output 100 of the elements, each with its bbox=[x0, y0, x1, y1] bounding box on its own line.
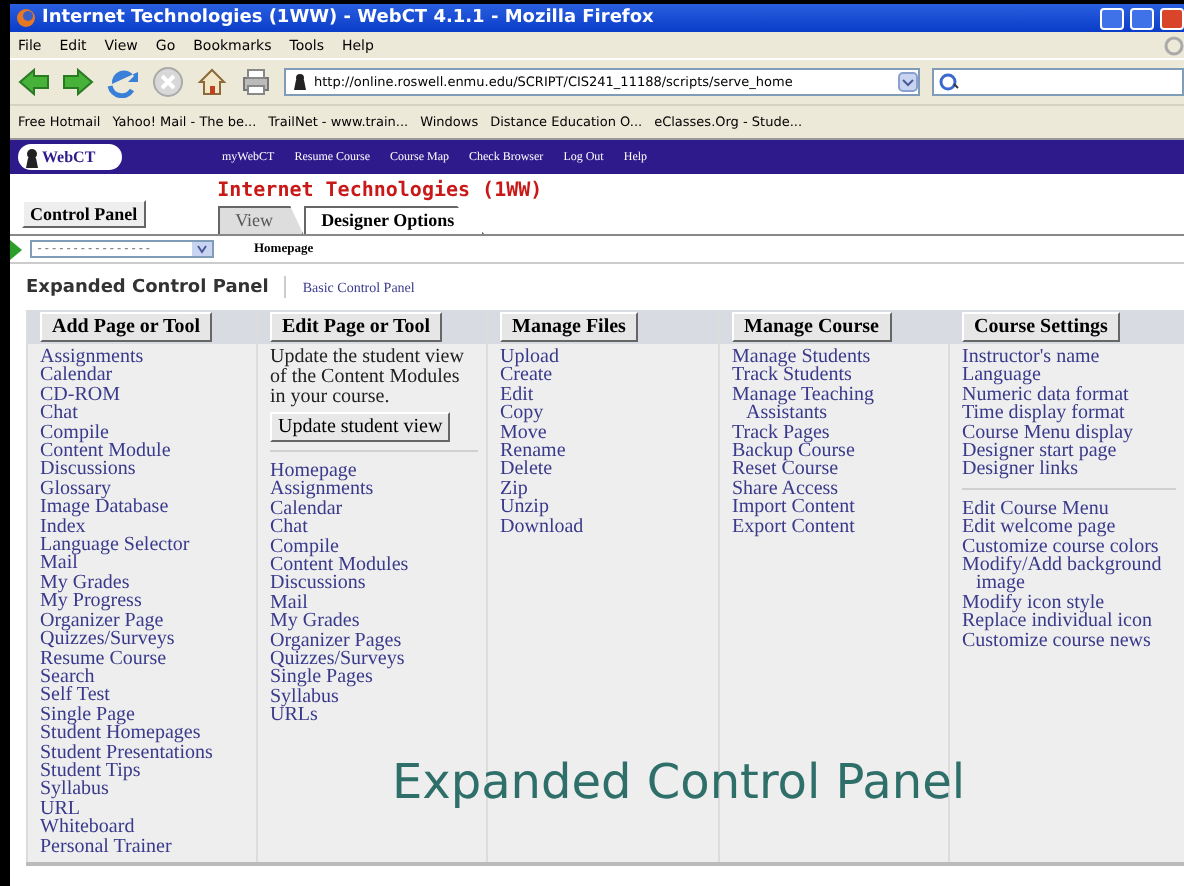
tool-link[interactable]: Move bbox=[500, 423, 710, 443]
tool-link[interactable]: Download bbox=[500, 517, 710, 537]
column-header-button[interactable]: Add Page or Tool bbox=[40, 312, 212, 342]
tool-link[interactable]: Single Pages bbox=[270, 668, 478, 688]
tool-link[interactable]: Syllabus bbox=[40, 780, 248, 800]
tool-link[interactable]: Organizer Page bbox=[40, 611, 248, 631]
print-icon[interactable] bbox=[240, 66, 272, 98]
tool-link[interactable]: Unzip bbox=[500, 498, 710, 518]
tool-link[interactable]: Organizer Pages bbox=[270, 631, 478, 651]
tool-link[interactable]: Modify icon style bbox=[962, 593, 1176, 613]
slide-caption: Expanded Control Panel bbox=[392, 754, 966, 810]
tool-link[interactable]: Backup Course bbox=[732, 442, 940, 461]
tool-link[interactable]: Content Modules bbox=[270, 556, 478, 575]
search-icon bbox=[938, 72, 960, 92]
tab[interactable]: View bbox=[217, 206, 304, 234]
tool-link[interactable]: Student Homepages bbox=[40, 724, 248, 744]
tool-link[interactable]: Course Menu display bbox=[962, 423, 1176, 443]
tool-link[interactable]: Quizzes/Surveys bbox=[40, 630, 248, 649]
tool-link[interactable]: Customize course news bbox=[962, 631, 1176, 651]
tool-link[interactable]: Discussions bbox=[270, 574, 478, 594]
throbber-icon bbox=[1164, 35, 1184, 55]
tool-link[interactable]: Calendar bbox=[40, 366, 248, 386]
tool-link[interactable]: Whiteboard bbox=[40, 818, 248, 838]
tool-link[interactable]: URL bbox=[40, 799, 248, 819]
tab[interactable]: Designer Options bbox=[303, 206, 485, 234]
tool-link[interactable]: Student Presentations bbox=[40, 743, 248, 762]
tool-link[interactable]: Quizzes/Surveys bbox=[270, 650, 478, 669]
column-header-button[interactable]: Manage Files bbox=[500, 312, 638, 342]
tool-link[interactable]: Homepage bbox=[270, 462, 478, 481]
minimize-button[interactable] bbox=[1100, 7, 1124, 29]
column-header-button[interactable]: Manage Course bbox=[732, 312, 891, 342]
tool-link[interactable]: My Progress bbox=[40, 592, 248, 612]
dropdown-icon[interactable] bbox=[192, 242, 212, 256]
column-header-button[interactable]: Edit Page or Tool bbox=[270, 312, 442, 342]
tool-link[interactable]: Time display format bbox=[962, 404, 1176, 424]
tool-link[interactable]: Copy bbox=[500, 404, 710, 424]
home-icon[interactable] bbox=[196, 66, 228, 98]
tool-link[interactable]: Edit welcome page bbox=[962, 518, 1176, 538]
tool-link[interactable]: Mail bbox=[270, 593, 478, 613]
tool-link[interactable]: Content Module bbox=[40, 442, 248, 461]
tool-link[interactable]: Language Selector bbox=[40, 536, 248, 555]
tool-link[interactable]: CD-ROM bbox=[40, 385, 248, 405]
tool-link[interactable]: Reset Course bbox=[732, 460, 940, 480]
tool-link[interactable]: Index bbox=[40, 517, 248, 537]
tool-link[interactable]: Manage Students bbox=[732, 348, 940, 367]
tool-link[interactable]: Share Access bbox=[732, 479, 940, 499]
tool-link[interactable]: Chat bbox=[270, 518, 478, 538]
tool-link[interactable]: Edit bbox=[500, 385, 710, 405]
tool-link[interactable]: Designer start page bbox=[962, 442, 1176, 461]
tool-link[interactable]: Self Test bbox=[40, 686, 248, 706]
tool-link[interactable]: URLs bbox=[270, 706, 478, 726]
tool-link[interactable]: Glossary bbox=[40, 479, 248, 499]
tool-link[interactable]: My Grades bbox=[40, 573, 248, 593]
tool-link[interactable]: Calendar bbox=[270, 499, 478, 519]
tool-link[interactable]: Syllabus bbox=[270, 687, 478, 707]
column-header-button[interactable]: Course Settings bbox=[962, 312, 1120, 342]
tool-link[interactable]: Assignments bbox=[40, 348, 248, 367]
tool-link[interactable]: Replace individual icon bbox=[962, 612, 1176, 632]
tool-link[interactable]: Instructor's name bbox=[962, 348, 1176, 367]
tool-link[interactable]: Export Content bbox=[732, 517, 940, 537]
tool-link[interactable]: Compile bbox=[40, 423, 248, 443]
maximize-button[interactable] bbox=[1130, 7, 1154, 29]
tool-link[interactable]: Customize course colors bbox=[962, 537, 1176, 557]
stop-icon[interactable] bbox=[152, 66, 184, 98]
tool-link[interactable]: Discussions bbox=[40, 460, 248, 480]
dropdown-icon[interactable] bbox=[898, 72, 918, 92]
tool-link[interactable]: Student Tips bbox=[40, 761, 248, 781]
close-button[interactable] bbox=[1160, 7, 1184, 29]
forward-arrow-icon[interactable] bbox=[62, 66, 94, 98]
tool-link[interactable]: My Grades bbox=[270, 612, 478, 632]
tool-link[interactable]: Track Students bbox=[732, 366, 940, 386]
tool-link[interactable]: Create bbox=[500, 366, 710, 386]
tool-link[interactable]: Image Database bbox=[40, 498, 248, 518]
tool-link[interactable]: Compile bbox=[270, 537, 478, 557]
tool-link[interactable]: Zip bbox=[500, 479, 710, 499]
search-field[interactable] bbox=[932, 68, 1184, 96]
tool-link[interactable]: Designer links bbox=[962, 460, 1176, 480]
tool-link[interactable]: Search bbox=[40, 667, 248, 687]
tool-link[interactable]: Delete bbox=[500, 460, 710, 480]
tool-link[interactable]: Import Content bbox=[732, 498, 940, 518]
tool-link[interactable]: Track Pages bbox=[732, 423, 940, 443]
tool-link[interactable]: Mail bbox=[40, 554, 248, 574]
reload-icon[interactable] bbox=[106, 66, 140, 98]
tool-link[interactable]: Personal Trainer bbox=[40, 837, 248, 856]
back-arrow-icon[interactable] bbox=[18, 66, 50, 98]
tool-link[interactable]: Modify/Add background image bbox=[962, 556, 1176, 594]
play-icon[interactable] bbox=[10, 239, 22, 259]
tool-link[interactable]: Language bbox=[962, 366, 1176, 386]
logo-text: WebCT bbox=[42, 148, 96, 166]
tool-link[interactable]: Manage Teaching Assistants bbox=[732, 385, 940, 424]
tool-link[interactable]: Edit Course Menu bbox=[962, 499, 1176, 519]
tool-link[interactable]: Assignments bbox=[270, 480, 478, 500]
tool-link[interactable]: Single Page bbox=[40, 705, 248, 725]
control-panel-button[interactable]: Control Panel bbox=[22, 200, 146, 228]
tool-link[interactable]: Rename bbox=[500, 442, 710, 461]
update-student-view-button[interactable]: Update student view bbox=[270, 412, 451, 442]
tool-link[interactable]: Chat bbox=[40, 404, 248, 424]
tool-link[interactable]: Numeric data format bbox=[962, 385, 1176, 405]
tool-link[interactable]: Upload bbox=[500, 348, 710, 367]
tool-link[interactable]: Resume Course bbox=[40, 649, 248, 668]
